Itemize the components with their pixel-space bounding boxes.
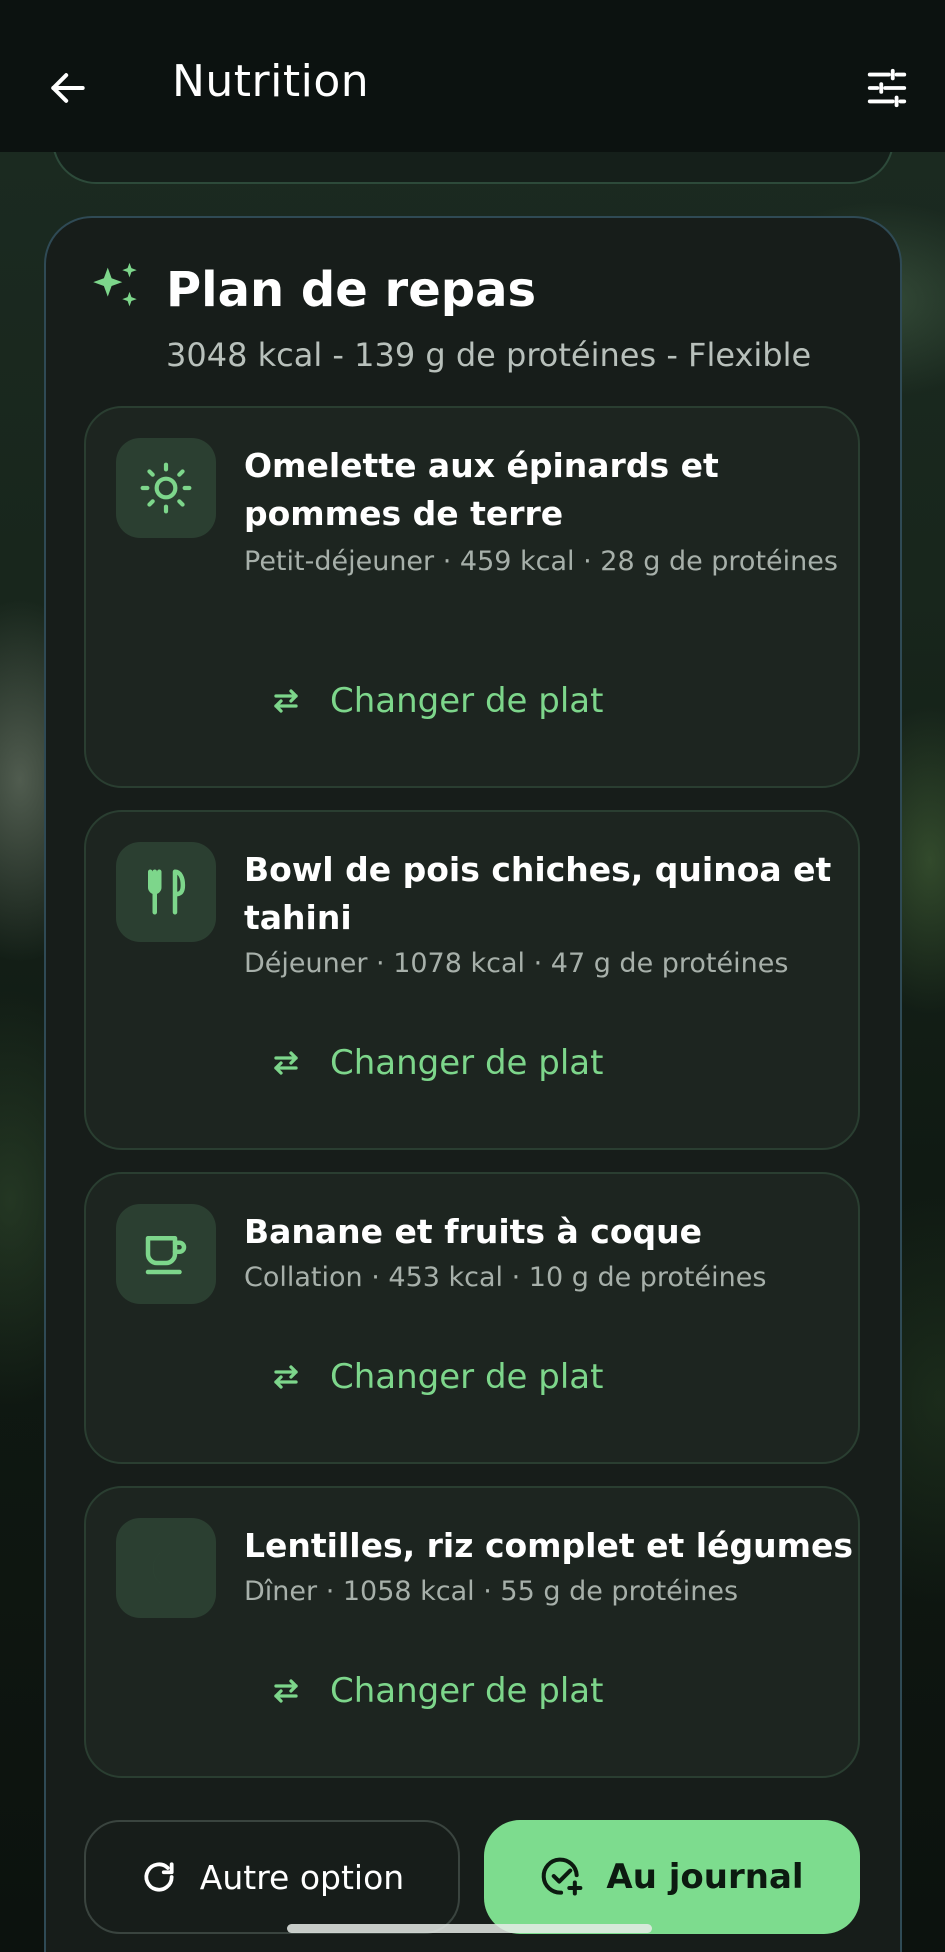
swap-dish-button[interactable]: Changer de plat [266,1342,603,1412]
meal-icon-box [116,1518,216,1618]
swap-arrows-icon [274,1365,298,1389]
other-option-button[interactable]: Autre option [84,1820,460,1934]
meal-name: Omelette aux épinards et pommes de terre [244,446,719,533]
swap-arrows-icon [274,1051,298,1075]
meal-meta: Déjeuner · 1078 kcal · 47 g de protéines [244,948,789,979]
swap-dish-label: Changer de plat [330,1671,604,1711]
meal-icon-box [116,1204,216,1304]
sliders-icon [867,68,907,108]
check-add-icon [542,1857,583,1896]
swap-arrows-icon [274,689,298,713]
other-option-label: Autre option [199,1857,405,1897]
top-app-bar: Nutrition [0,0,945,152]
meal-name: Banane et fruits à coque [244,1212,703,1251]
moon-icon [152,1548,173,1588]
meal-icon-box [116,438,216,538]
meal-card-snack[interactable]: Banane et fruits à coque Collation · 453… [84,1172,860,1464]
meal-meta: Dîner · 1058 kcal · 55 g de protéines [244,1576,739,1607]
refresh-icon [144,1862,174,1892]
swap-dish-button[interactable]: Changer de plat [266,1656,603,1726]
page-title: Nutrition [172,56,370,107]
sun-icon [140,462,192,514]
add-to-journal-label: Au journal [606,1857,804,1897]
swap-dish-label: Changer de plat [330,1043,604,1083]
meal-meta: Collation · 453 kcal · 10 g de protéines [244,1262,767,1293]
meal-icon-box [116,842,216,942]
swap-dish-button[interactable]: Changer de plat [266,666,603,736]
add-to-journal-button[interactable]: Au journal [484,1820,860,1934]
utensils-icon [148,869,186,915]
home-indicator[interactable] [287,1924,652,1933]
meal-card-lunch[interactable]: Bowl de pois chiches, quinoa et tahini D… [84,810,860,1150]
back-button[interactable] [40,60,96,116]
filter-button[interactable] [859,60,915,116]
coffee-cup-icon [145,1236,187,1275]
swap-dish-label: Changer de plat [330,681,604,721]
meal-name: Lentilles, riz complet et légumes [244,1526,854,1565]
swap-dish-button[interactable]: Changer de plat [266,1028,603,1098]
meal-name: Bowl de pois chiches, quinoa et tahini [244,850,832,937]
sparkles-icon [93,262,137,307]
meal-card-breakfast[interactable]: Omelette aux épinards et pommes de terre… [84,406,860,788]
plan-title: Plan de repas [166,262,537,318]
meal-meta: Petit-déjeuner · 459 kcal · 28 g de prot… [244,546,838,577]
plan-subtitle: 3048 kcal - 139 g de protéines - Flexibl… [166,336,812,374]
swap-dish-label: Changer de plat [330,1357,604,1397]
meal-card-dinner[interactable]: Lentilles, riz complet et légumes Dîner … [84,1486,860,1778]
swap-arrows-icon [274,1679,298,1703]
arrow-left-icon [51,73,85,103]
